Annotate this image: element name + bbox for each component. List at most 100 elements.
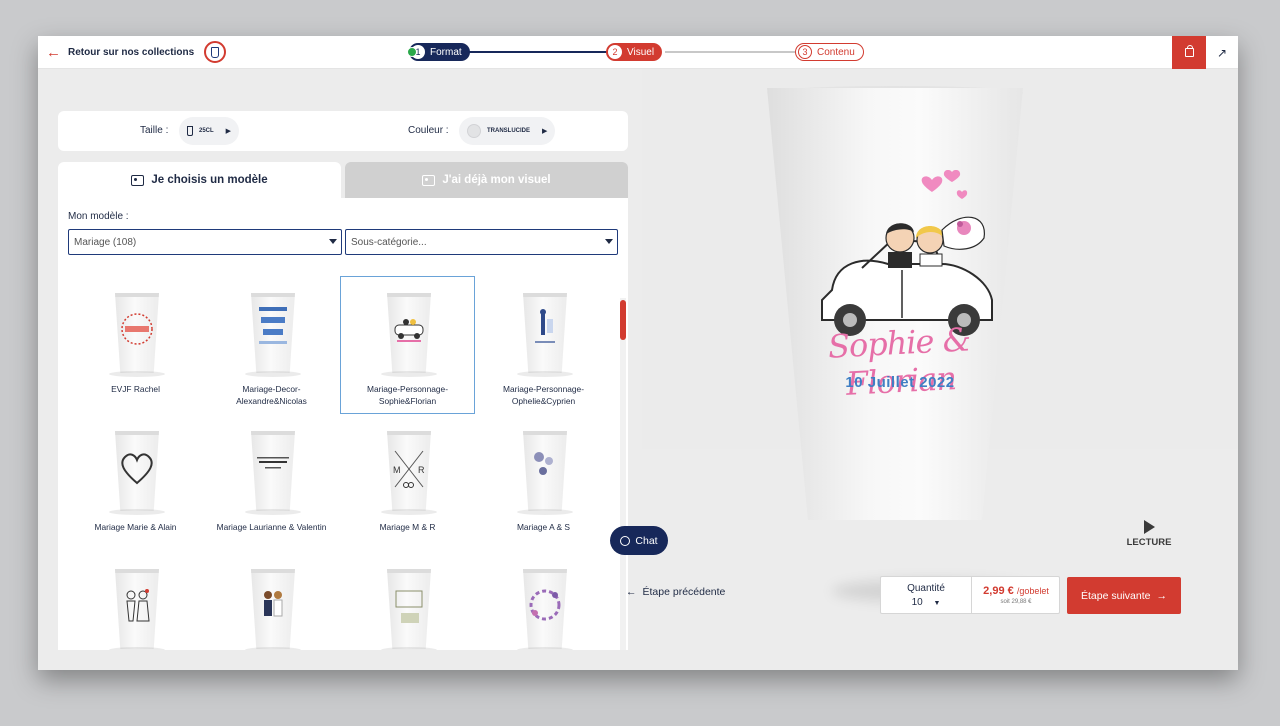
cup-date-text: 10 Juillet 2022 <box>845 374 955 391</box>
step-format[interactable]: 1 Format <box>407 43 470 61</box>
play-label: LECTURE <box>1126 537 1172 548</box>
color-selector[interactable]: TRANSLUCIDE ▶ <box>459 117 556 145</box>
quantity-label: Quantité <box>907 583 945 594</box>
next-step-label: Étape suivante <box>1081 589 1151 602</box>
couple-deco <box>535 309 555 343</box>
car-deco <box>394 319 424 342</box>
caret-down-icon <box>605 239 613 244</box>
share-icon: ↗ <box>1216 45 1228 60</box>
total-price: soit 29,88 € <box>1000 599 1032 605</box>
chat-button[interactable]: Chat <box>610 526 668 555</box>
price-value: 2,99 € <box>983 585 1014 597</box>
share-button[interactable]: ↗ <box>1206 36 1238 69</box>
model-label: Mon modèle : <box>68 211 129 222</box>
chat-bubble-icon <box>620 535 631 546</box>
cup-icon <box>187 126 193 136</box>
tab-choose-model[interactable]: Je choisis un modèle <box>58 162 341 198</box>
header: ← Retour sur nos collections 1 Format 2 … <box>38 36 1238 69</box>
step-contenu[interactable]: 3 Contenu <box>795 43 864 61</box>
model-card[interactable]: Mariage Marie & Alain <box>68 414 203 552</box>
model-card[interactable]: Mariage-Personnage-Ophelie&Cyprien <box>476 276 611 414</box>
price-unit: /gobelet <box>1016 586 1049 596</box>
card-shadow <box>517 371 573 377</box>
quantity-select[interactable]: 10 ▼ <box>881 597 971 608</box>
model-title: Mariage-Personnage-Sophie&Florian <box>366 384 448 406</box>
model-card[interactable]: Mariage A & S <box>476 414 611 552</box>
card-shadow <box>517 509 573 515</box>
play-icon <box>1143 520 1155 534</box>
play-button[interactable]: LECTURE <box>1124 518 1174 552</box>
model-card[interactable]: Mariage-Decor-Alexandre&Nicolas <box>204 276 339 414</box>
category-select[interactable]: Mariage (108) <box>68 229 342 255</box>
image-icon <box>422 174 436 186</box>
options-bar: Taille : 25CL ▶ Couleur : TRANSLUCIDE ▶ <box>58 111 628 151</box>
floral-deco <box>534 452 553 475</box>
model-card[interactable] <box>476 552 611 650</box>
card-shadow <box>517 647 573 650</box>
tab-label: J'ai déjà mon visuel <box>442 174 551 186</box>
size-label: Taille : <box>140 125 169 136</box>
model-title: Mariage Marie & Alain <box>94 522 177 532</box>
model-card-selected[interactable]: Mariage-Personnage-Sophie&Florian <box>340 276 475 414</box>
quantity-price-box: Quantité 10 ▼ 2,99 € /gobelet soit 29,88… <box>880 576 1060 614</box>
card-shadow <box>245 647 301 650</box>
model-card[interactable]: EVJF Rachel <box>68 276 203 414</box>
category-value: Mariage (108) <box>74 236 137 248</box>
model-card[interactable] <box>68 552 203 650</box>
model-title: Mariage-Decor-Alexandre&Nicolas <box>236 384 307 406</box>
names-deco <box>259 307 287 344</box>
back-label: Retour sur nos collections <box>68 46 195 58</box>
step-label: Visuel <box>627 46 655 58</box>
model-title: Mariage M & R <box>379 522 436 532</box>
card-shadow <box>245 509 301 515</box>
model-card[interactable] <box>340 552 475 650</box>
caret-down-icon <box>329 239 337 244</box>
previous-step-button[interactable]: ← Étape précédente <box>626 586 725 598</box>
bag-icon <box>1184 45 1194 57</box>
color-label: Couleur : <box>408 125 449 136</box>
previous-step-label: Étape précédente <box>642 586 726 598</box>
app-window: ← Retour sur nos collections 1 Format 2 … <box>38 36 1238 670</box>
arrow-right-icon: ▶ <box>225 128 232 135</box>
model-card[interactable]: M R Mariage M & R <box>340 414 475 552</box>
card-shadow <box>109 509 165 515</box>
svg-text:R: R <box>418 465 425 475</box>
size-value: 25CL <box>199 128 214 134</box>
stepper: 1 Format 2 Visuel 3 Contenu <box>407 43 867 61</box>
card-shadow <box>381 371 437 377</box>
model-card[interactable] <box>204 552 339 650</box>
step-connector-done <box>467 51 607 53</box>
quantity-value: 10 <box>911 597 923 608</box>
scrollbar-thumb[interactable] <box>620 300 626 340</box>
svg-text:M: M <box>393 465 401 475</box>
card-shadow <box>381 647 437 650</box>
color-value: TRANSLUCIDE <box>487 128 530 134</box>
step-visuel[interactable]: 2 Visuel <box>606 43 663 61</box>
step-label: Format <box>430 46 462 58</box>
color-swatch <box>467 124 481 138</box>
subcategory-select[interactable]: Sous-catégorie... <box>345 229 618 255</box>
cart-button[interactable] <box>1172 36 1206 69</box>
caret-down-icon: ▼ <box>933 600 941 607</box>
arrow-right-icon: ▶ <box>542 128 548 135</box>
size-selector[interactable]: 25CL ▶ <box>179 117 240 145</box>
couple-cartoon-deco <box>264 591 283 617</box>
model-title: EVJF Rachel <box>111 384 160 394</box>
chat-label: Chat <box>635 534 658 547</box>
arrow-right-icon: → <box>1156 589 1167 602</box>
model-panel: Mon modèle : Mariage (108) Sous-catégori… <box>58 198 628 650</box>
image-icon <box>131 174 145 186</box>
model-card[interactable]: Mariage Laurianne & Valentin <box>204 414 339 552</box>
tab-own-visual[interactable]: J'ai déjà mon visuel <box>345 162 628 198</box>
brand-logo-icon <box>204 41 227 63</box>
step-number: 3 <box>798 45 812 59</box>
back-to-collections-link[interactable]: ← Retour sur nos collections <box>46 41 227 63</box>
model-title: Mariage A & S <box>516 522 571 532</box>
wreath-deco <box>121 313 153 345</box>
card-shadow <box>109 647 165 650</box>
subcategory-placeholder: Sous-catégorie... <box>351 236 427 248</box>
couple-sketch-deco <box>126 589 150 622</box>
next-step-button[interactable]: Étape suivante → <box>1067 577 1181 614</box>
monogram-deco: M R <box>393 450 425 488</box>
check-icon <box>407 47 417 57</box>
